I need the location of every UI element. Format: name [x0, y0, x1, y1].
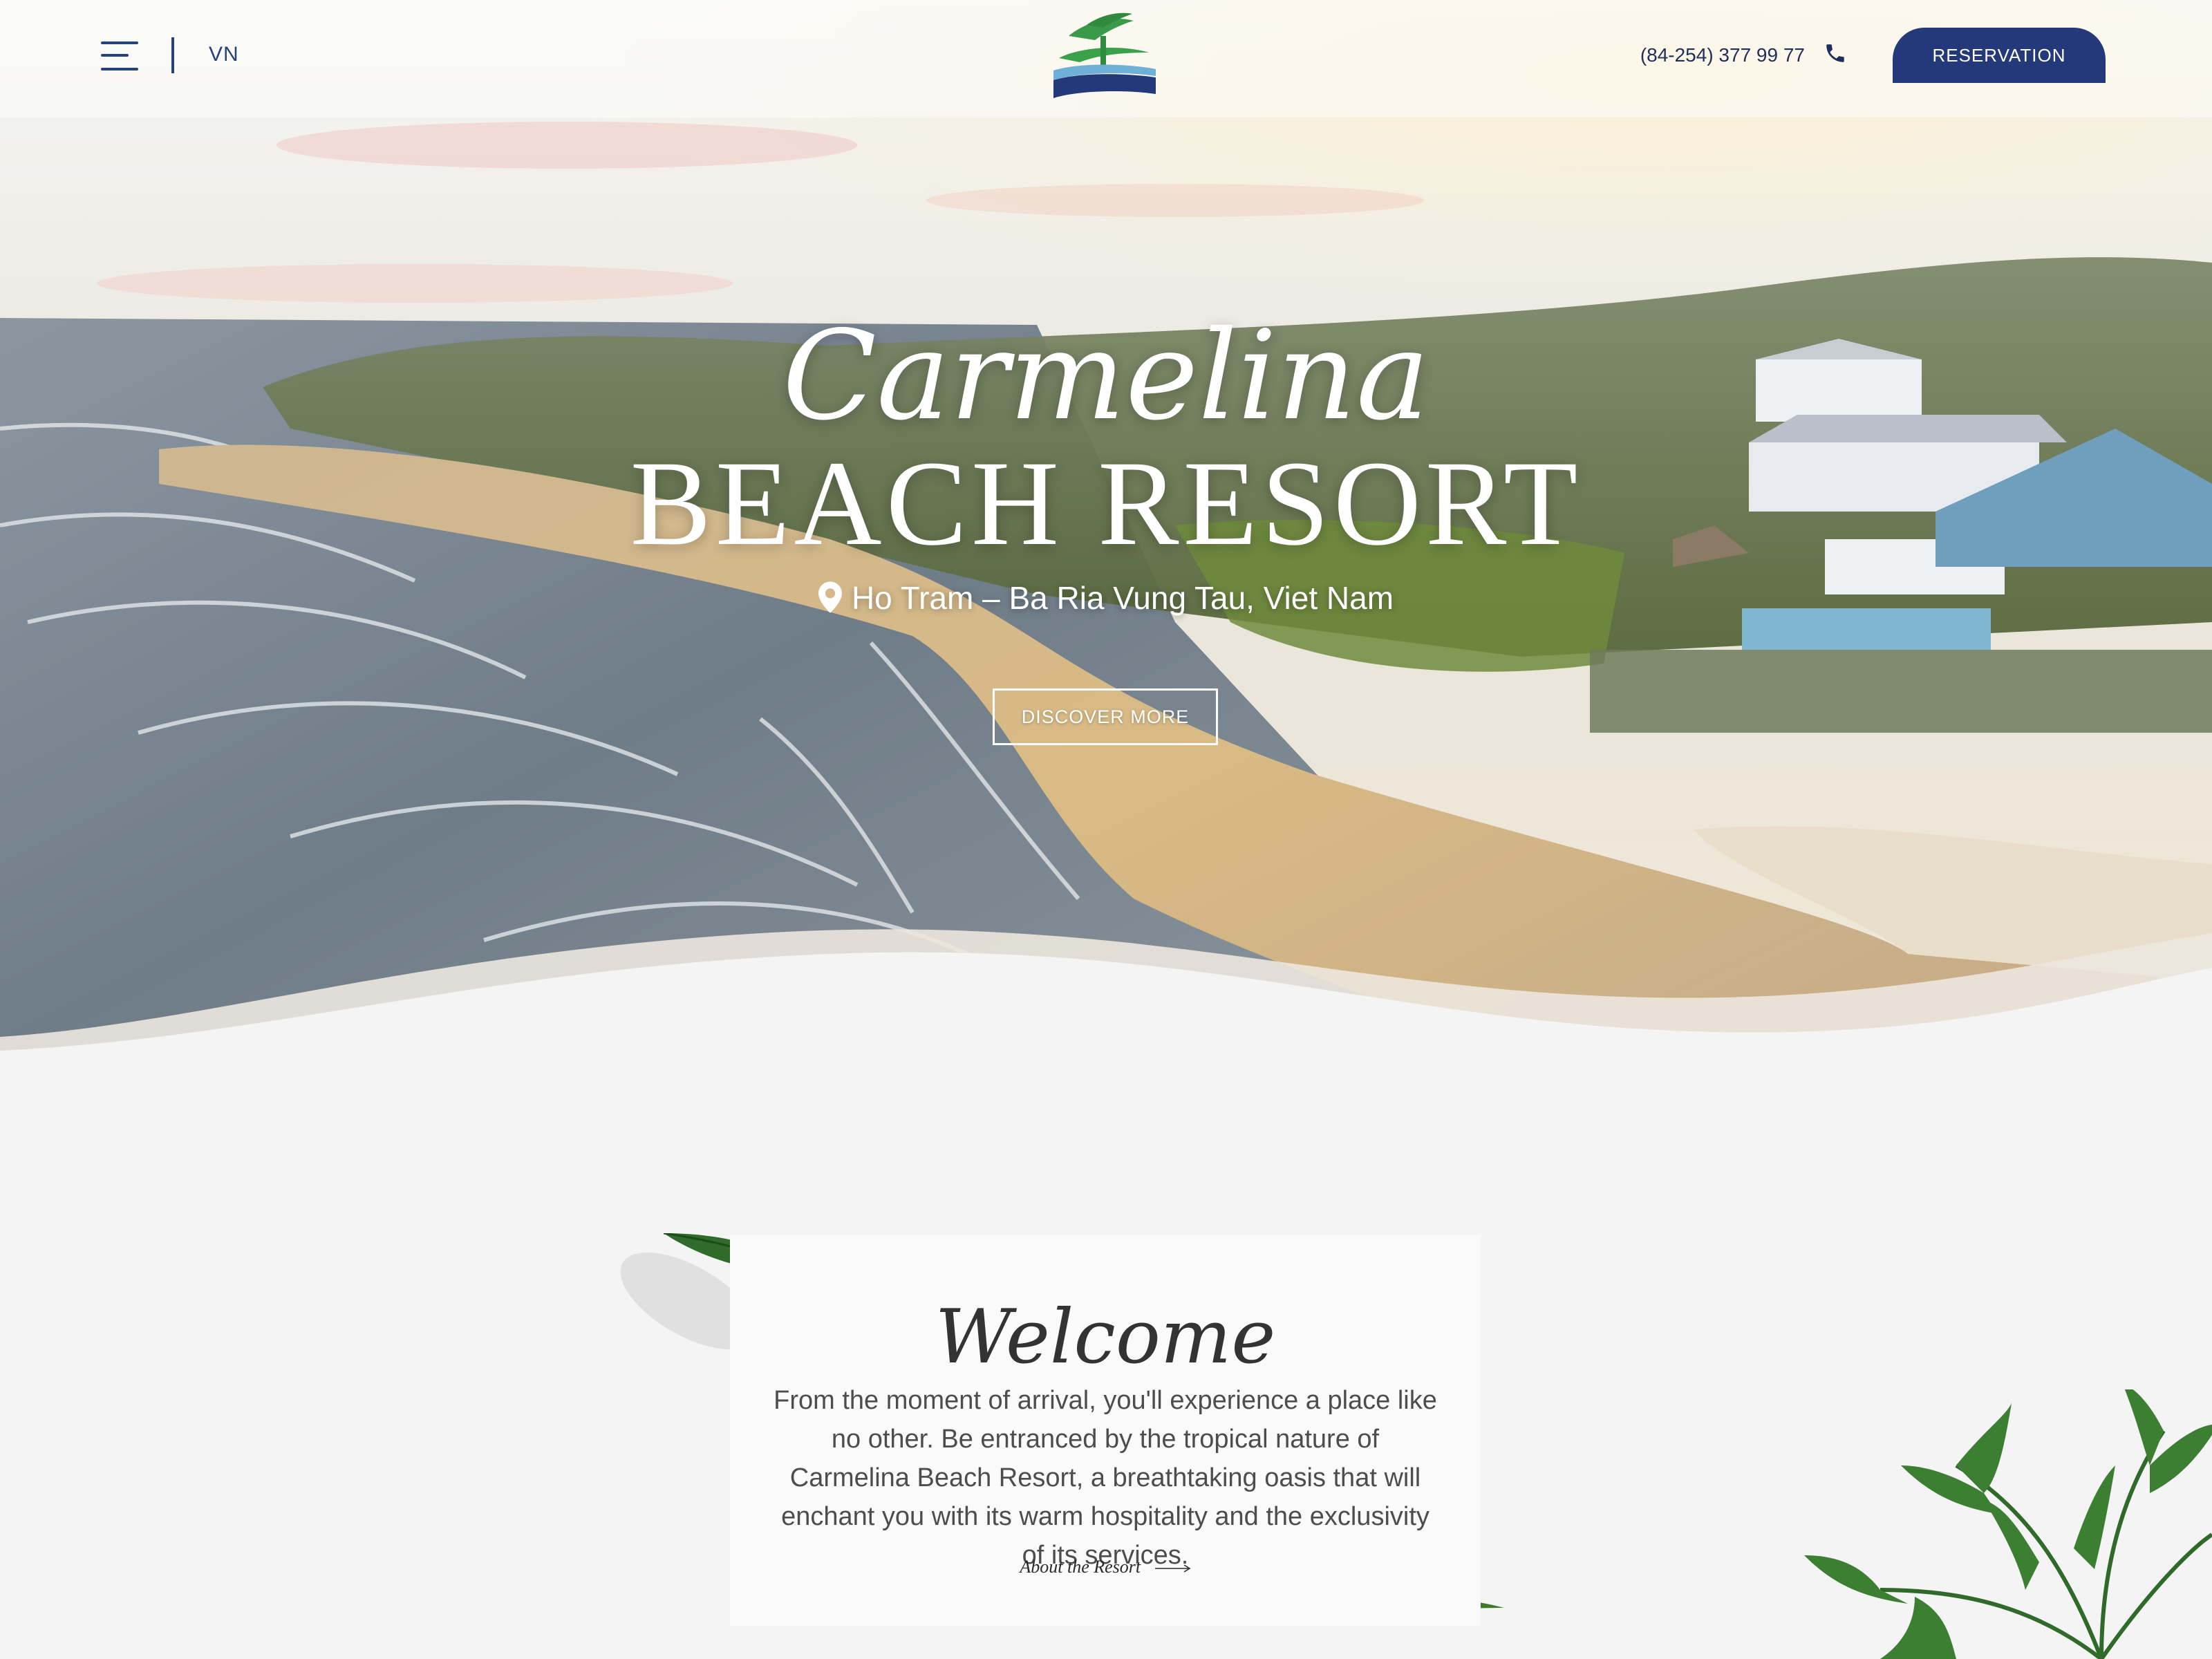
discover-more-button[interactable]: DISCOVER MORE	[993, 688, 1218, 745]
hamburger-menu-icon-bar	[101, 54, 129, 57]
welcome-card: Welcome From the moment of arrival, you'…	[730, 1235, 1481, 1626]
welcome-title: Welcome	[935, 1294, 1276, 1380]
phone-icon[interactable]	[1824, 41, 1847, 65]
map-pin-icon	[818, 581, 842, 613]
hero-title: BEACH RESORT	[630, 436, 1582, 571]
reservation-button[interactable]: RESERVATION	[1893, 28, 2106, 83]
header-divider	[171, 37, 174, 73]
palm-leaf-decoration	[1804, 1389, 2212, 1659]
about-resort-link[interactable]: About the Resort	[730, 1557, 1481, 1577]
hero-section: VN (84-254) 377 99 77 RESERVATION Carmel…	[0, 0, 2212, 1051]
language-switch[interactable]: VN	[209, 43, 239, 66]
hero-location-text: Ho Tram – Ba Ria Vung Tau, Viet Nam	[851, 580, 1394, 616]
welcome-text: From the moment of arrival, you'll exper…	[774, 1386, 1437, 1570]
arrow-right-icon	[1154, 1564, 1191, 1573]
hamburger-menu-icon-bar	[101, 68, 138, 71]
menu-button[interactable]	[101, 39, 141, 73]
hamburger-menu-icon	[101, 41, 138, 44]
about-resort-link-label: About the Resort	[1020, 1557, 1141, 1577]
resort-logo[interactable]	[1052, 8, 1157, 101]
hero-location: Ho Tram – Ba Ria Vung Tau, Viet Nam	[0, 579, 2212, 617]
hero-script-title: Carmelina	[782, 304, 1430, 447]
phone-number[interactable]: (84-254) 377 99 77	[1640, 44, 1805, 66]
